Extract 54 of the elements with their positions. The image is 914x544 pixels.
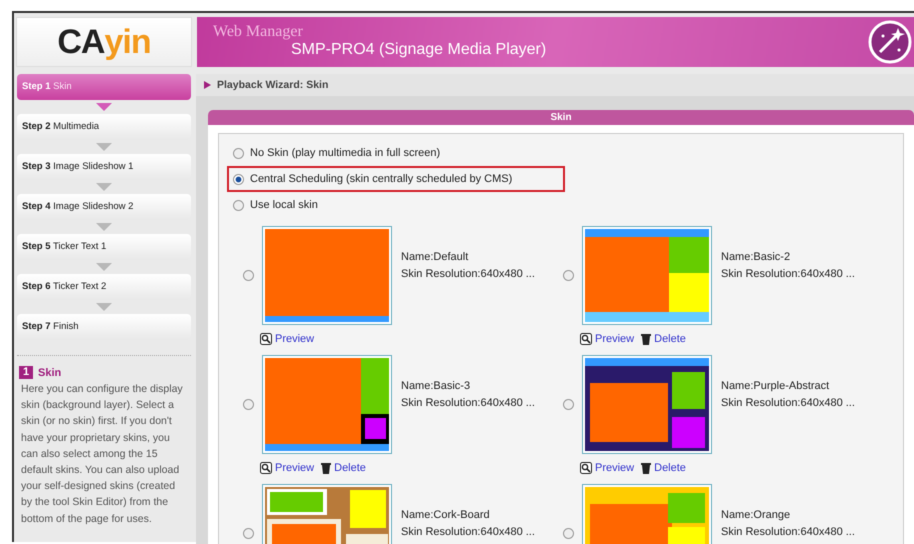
radio-button[interactable] [563, 528, 574, 539]
panel-header: Skin [208, 110, 914, 125]
option-label: Use local skin [250, 199, 318, 211]
radio-button[interactable] [243, 399, 254, 410]
radio-button[interactable] [563, 399, 574, 410]
preview-link[interactable]: Preview [595, 462, 634, 474]
skin-resolution: Skin Resolution:640x480 ... [721, 526, 855, 538]
step-arrow-icon [96, 223, 112, 231]
delete-link[interactable]: Delete [654, 333, 686, 345]
triangle-bullet-icon [204, 81, 211, 89]
preview-link[interactable]: Preview [275, 333, 314, 345]
trash-icon [321, 462, 332, 474]
radio-button[interactable] [233, 148, 244, 158]
option-label: No Skin (play multimedia in full screen) [250, 147, 440, 159]
breadcrumb: Playback Wizard: Skin [217, 79, 328, 91]
help-text: Here you can configure the display skin (background layer). Select a skin (or no skin) first. If you don't have your proprietary skins, you can also select among the 15 default skins. You can also upload your self-designed skins (created by the tool Skin Editor) from the bottom of the page for uses. [21, 382, 184, 527]
delete-link[interactable]: Delete [654, 462, 686, 474]
skin-name: Name:Basic-2 [721, 251, 792, 263]
radio-button[interactable] [243, 270, 254, 281]
radio-button[interactable] [233, 174, 244, 184]
step-arrow-icon [96, 183, 112, 191]
preview-link[interactable]: Preview [595, 333, 634, 345]
app-name: Web Manager [213, 24, 304, 40]
skin-resolution: Skin Resolution:640x480 ... [401, 268, 535, 280]
skin-name: Name:Default [401, 251, 470, 263]
radio-button[interactable] [233, 200, 244, 210]
trash-icon [641, 333, 652, 345]
wand-emblem-icon [868, 20, 912, 64]
skin-name: Name:Basic-3 [401, 380, 472, 392]
radio-button[interactable] [243, 528, 254, 539]
step-arrow-icon [96, 263, 112, 271]
skin-name: Name:Purple-Abstract [721, 380, 830, 392]
step-arrow-icon [96, 103, 112, 111]
radio-button[interactable] [563, 270, 574, 281]
skin-resolution: Skin Resolution:640x480 ... [401, 526, 535, 538]
skin-resolution: Skin Resolution:640x480 ... [401, 397, 535, 409]
step-arrow-icon [96, 143, 112, 151]
step-number-badge: 1 [19, 366, 33, 379]
trash-icon [641, 462, 652, 474]
device-title: SMP-PRO4 (Signage Media Player) [290, 40, 546, 60]
logo: CAyin [16, 17, 192, 67]
delete-link[interactable]: Delete [334, 462, 366, 474]
magnifier-icon [260, 462, 272, 474]
skin-name: Name:Orange [721, 509, 792, 521]
magnifier-icon [580, 462, 592, 474]
magnifier-icon [260, 333, 272, 345]
step-arrow-icon [96, 303, 112, 311]
magnifier-icon [580, 333, 592, 345]
skin-resolution: Skin Resolution:640x480 ... [721, 397, 855, 409]
help-title: Skin [38, 366, 62, 378]
skin-name: Name:Cork-Board [401, 509, 491, 521]
skin-resolution: Skin Resolution:640x480 ... [721, 268, 855, 280]
option-label: Central Scheduling (skin centrally scheduled by CMS) [250, 173, 512, 185]
preview-link[interactable]: Preview [275, 462, 314, 474]
